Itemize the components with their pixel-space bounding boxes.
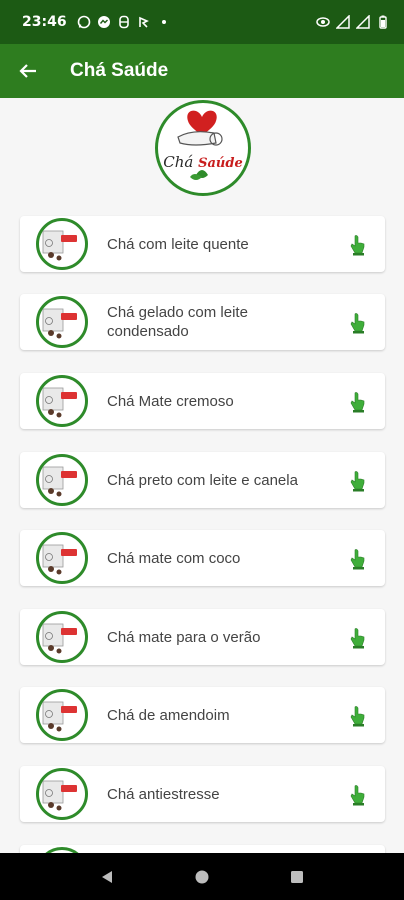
tap-icon[interactable] xyxy=(347,548,367,570)
signal-icon xyxy=(336,15,350,29)
recipe-thumbnail xyxy=(36,375,88,427)
list-item[interactable]: Chá mate para o verão xyxy=(20,609,385,665)
list-item[interactable]: Chá de amendoim xyxy=(20,687,385,743)
tap-icon[interactable] xyxy=(347,470,367,492)
recents-square-icon[interactable] xyxy=(289,869,305,885)
tap-icon[interactable] xyxy=(347,391,367,413)
recipe-title: Chá mate para o verão xyxy=(107,628,261,646)
recipe-list-screen: Chá Saúde Chá com leite quente Chá gelad… xyxy=(0,98,404,853)
tap-icon[interactable] xyxy=(347,627,367,649)
logo-wordmark: Chá Saúde xyxy=(158,153,248,171)
app-icon xyxy=(118,15,129,29)
app-icon-2 xyxy=(138,16,149,28)
recipe-thumbnail xyxy=(36,454,88,506)
list-item[interactable]: Chá preto com leite e canela xyxy=(20,452,385,508)
home-circle-icon[interactable] xyxy=(194,869,210,885)
recipe-title: Chá mate com coco xyxy=(107,549,241,567)
list-item[interactable]: Chá mate com coco xyxy=(20,530,385,586)
recipe-image xyxy=(42,623,77,654)
list-item[interactable]: Chá com leite quente xyxy=(20,216,385,272)
recipe-image xyxy=(42,544,77,575)
logo-text-saude: Saúde xyxy=(198,156,243,171)
recipe-title: Chá de amendoim xyxy=(107,706,230,724)
recipe-image xyxy=(42,308,77,339)
recipe-thumbnail xyxy=(36,611,88,663)
logo-illustration xyxy=(177,110,223,180)
arrow-left-icon xyxy=(19,64,36,78)
recipe-thumbnail xyxy=(36,218,88,270)
whatsapp-icon xyxy=(77,15,90,29)
battery-icon xyxy=(379,15,387,29)
tap-icon[interactable] xyxy=(347,312,367,334)
logo-text-cha: Chá xyxy=(163,153,194,171)
back-triangle-icon[interactable] xyxy=(99,869,115,885)
recipe-image xyxy=(42,701,77,732)
recipe-title: Chá preto com leite e canela xyxy=(107,471,298,489)
list-item[interactable]: Chá Mate cremoso xyxy=(20,373,385,429)
messenger-icon xyxy=(97,16,110,28)
list-item-partial[interactable] xyxy=(20,845,385,853)
recipe-thumbnail xyxy=(36,296,88,348)
recipe-thumbnail xyxy=(36,768,88,820)
notification-icons xyxy=(77,15,171,29)
recipe-image xyxy=(42,387,77,418)
system-icons xyxy=(316,15,390,29)
app-bar: Chá Saúde xyxy=(0,44,404,98)
recipe-image xyxy=(42,466,77,497)
recipe-title: Chá com leite quente xyxy=(107,235,249,253)
tap-icon[interactable] xyxy=(347,234,367,256)
dot-icon xyxy=(161,20,166,24)
recipe-title: Chá antiestresse xyxy=(107,785,220,803)
eye-icon xyxy=(316,17,330,27)
tap-icon[interactable] xyxy=(347,784,367,806)
recipe-image xyxy=(42,230,77,261)
status-time: 23:46 xyxy=(22,14,67,30)
list-item[interactable]: Chá gelado com leite condensado xyxy=(20,294,385,350)
system-nav-bar xyxy=(0,853,404,900)
list-item[interactable]: Chá antiestresse xyxy=(20,766,385,822)
tap-icon[interactable] xyxy=(347,705,367,727)
recipe-thumbnail xyxy=(36,532,88,584)
page-title: Chá Saúde xyxy=(70,60,169,81)
signal-icon-2 xyxy=(356,15,370,29)
recipe-title: Chá gelado com leite condensado xyxy=(107,304,248,340)
app-logo: Chá Saúde xyxy=(155,100,251,196)
recipe-thumbnail xyxy=(36,689,88,741)
recipe-image xyxy=(42,780,77,811)
status-bar: 23:46 xyxy=(0,0,404,44)
back-button[interactable] xyxy=(0,44,56,98)
recipe-title: Chá Mate cremoso xyxy=(107,392,234,410)
